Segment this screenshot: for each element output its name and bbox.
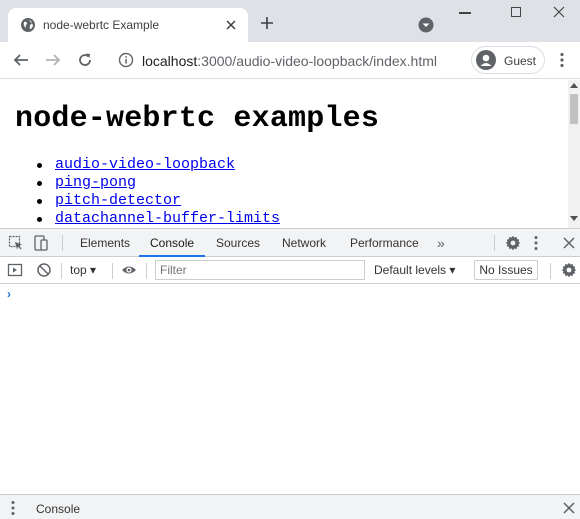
example-link[interactable]: ping-pong [55,174,136,191]
toolbar-divider [112,263,113,279]
eye-icon[interactable] [121,262,137,278]
list-item: audio-video-loopback [0,156,280,174]
profile-button[interactable]: Guest [471,46,545,74]
minimize-icon[interactable] [459,12,471,14]
toolbar-divider [494,235,495,251]
example-link[interactable]: datachannel-buffer-limits [55,210,280,227]
filter-input[interactable] [155,260,365,280]
scroll-down-arrow-icon[interactable] [570,216,578,221]
scroll-up-arrow-icon[interactable] [570,83,578,88]
example-link[interactable]: pitch-detector [55,192,181,209]
maximize-icon[interactable] [511,7,521,17]
window-close-icon[interactable] [553,6,565,18]
settings-gear-icon[interactable] [505,235,521,251]
tab-console[interactable]: Console [139,229,206,257]
avatar-icon [476,50,496,70]
list-item: ping-pong [0,174,280,192]
reload-icon[interactable] [77,52,93,68]
list-item: datachannel-buffer-limits [0,210,280,228]
browser-tab[interactable]: node-webrtc Example [8,8,248,42]
drawer-tab-console[interactable]: Console [36,502,80,516]
drawer-bar: Console [0,494,580,519]
forward-arrow-icon[interactable] [45,52,61,68]
console-settings-gear-icon[interactable] [561,262,577,278]
profile-label: Guest [504,54,537,68]
bullet [37,181,42,186]
issues-button[interactable]: No Issues [474,260,538,280]
title-bar: node-webrtc Example [0,0,580,42]
new-tab-icon[interactable] [260,16,274,30]
close-drawer-icon[interactable] [563,502,575,514]
kebab-menu-icon[interactable] [559,52,565,68]
log-levels-dropdown[interactable]: Default levels ▾ [374,263,455,277]
page-viewport: node-webrtc examples audio-video-loopbac… [0,80,580,228]
globe-icon [21,18,35,32]
toolbar-divider [61,263,62,279]
browser-toolbar: localhost:3000/audio-video-loopback/inde… [0,42,580,79]
back-arrow-icon[interactable] [13,52,29,68]
toolbar-divider [146,263,147,279]
list-item: pitch-detector [0,192,280,210]
show-sidebar-icon[interactable] [7,262,23,278]
tab-search-icon[interactable] [418,17,434,33]
drawer-menu-icon[interactable] [10,500,16,516]
toolbar-divider [62,235,63,251]
device-toolbar-icon[interactable] [33,235,49,251]
bullet [37,217,42,222]
close-devtools-icon[interactable] [563,237,575,249]
console-toolbar: top ▾ Default levels ▾ No Issues [0,257,580,284]
bullet [37,163,42,168]
devtools-menu-icon[interactable] [533,235,539,251]
tab-sources[interactable]: Sources [216,229,260,257]
tab-network[interactable]: Network [282,229,326,257]
info-icon[interactable] [118,52,134,68]
url-text[interactable]: localhost:3000/audio-video-loopback/inde… [142,53,437,69]
more-tabs-icon[interactable]: » [437,235,445,251]
tab-performance[interactable]: Performance [350,229,419,257]
devtools-tab-bar: Elements Console Sources Network Perform… [0,229,580,257]
scroll-thumb[interactable] [570,94,578,124]
toolbar-divider [550,263,551,279]
context-select[interactable]: top ▾ [70,263,96,277]
address-bar[interactable]: localhost:3000/audio-video-loopback/inde… [110,46,466,74]
tab-title: node-webrtc Example [43,18,160,32]
console-prompt[interactable]: › [7,287,11,301]
close-tab-icon[interactable] [224,18,238,32]
page-scrollbar[interactable] [568,80,580,228]
console-output[interactable]: › [0,285,580,494]
example-link[interactable]: audio-video-loopback [55,156,235,173]
tab-elements[interactable]: Elements [80,229,130,257]
devtools-panel: Elements Console Sources Network Perform… [0,228,580,519]
page-title: node-webrtc examples [15,102,380,136]
bullet [37,199,42,204]
inspect-element-icon[interactable] [8,235,24,251]
example-links: audio-video-loopback ping-pong pitch-det… [0,156,280,228]
clear-console-icon[interactable] [36,262,52,278]
